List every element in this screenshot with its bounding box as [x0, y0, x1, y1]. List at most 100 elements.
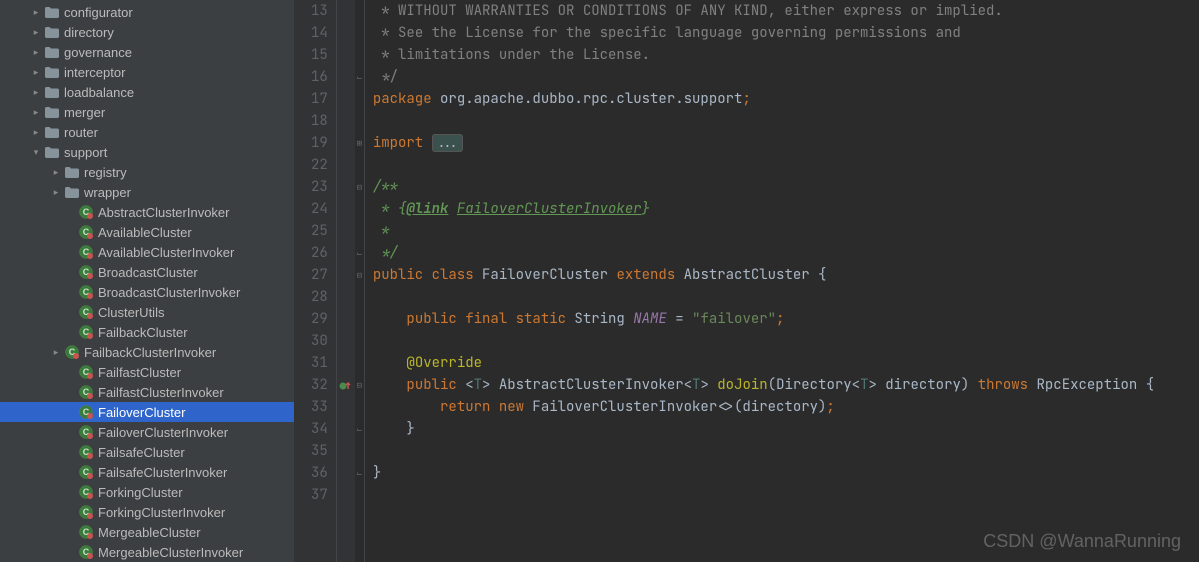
code-line[interactable]: public final static String NAME = "failo… — [373, 308, 1199, 330]
code-line[interactable] — [373, 330, 1199, 352]
code-line[interactable]: import ... — [373, 132, 1199, 154]
class-icon: C — [78, 324, 94, 340]
class-icon: C — [78, 264, 94, 280]
tree-item-clusterutils[interactable]: ▸CClusterUtils — [0, 302, 294, 322]
code-line[interactable]: } — [373, 418, 1199, 440]
chevron-right-icon[interactable]: ▸ — [30, 7, 42, 18]
tree-item-failovercluster[interactable]: ▸CFailoverCluster — [0, 402, 294, 422]
code-line[interactable]: * See the License for the specific langu… — [373, 22, 1199, 44]
chevron-right-icon[interactable]: ▸ — [30, 27, 42, 38]
tree-item-failsafecluster[interactable]: ▸CFailsafeCluster — [0, 442, 294, 462]
line-number: 32 — [311, 374, 328, 396]
class-icon: C — [78, 304, 94, 320]
tree-item-label: BroadcastCluster — [98, 265, 198, 280]
tree-item-label: MergeableCluster — [98, 525, 201, 540]
tree-item-forkingcluster[interactable]: ▸CForkingCluster — [0, 482, 294, 502]
code-line[interactable]: * {@link FailoverClusterInvoker} — [373, 198, 1199, 220]
tree-item-label: FailbackClusterInvoker — [84, 345, 216, 360]
code-line[interactable]: return new FailoverClusterInvoker<>(dire… — [373, 396, 1199, 418]
code-line[interactable] — [373, 154, 1199, 176]
tree-item-support[interactable]: ▾ support — [0, 142, 294, 162]
tree-item-availableclusterinvoker[interactable]: ▸CAvailableClusterInvoker — [0, 242, 294, 262]
fold-collapse-icon[interactable]: ⊟ — [355, 271, 364, 280]
tree-item-mergeableclusterinvoker[interactable]: ▸CMergeableClusterInvoker — [0, 542, 294, 562]
code-line[interactable]: @Override — [373, 352, 1199, 374]
chevron-right-icon[interactable]: ▸ — [30, 87, 42, 98]
tree-item-loadbalance[interactable]: ▸loadbalance — [0, 82, 294, 102]
project-tree[interactable]: ▸configurator▸directory▸governance▸inter… — [0, 0, 295, 562]
tree-item-forkingclusterinvoker[interactable]: ▸CForkingClusterInvoker — [0, 502, 294, 522]
tree-item-router[interactable]: ▸ router — [0, 122, 294, 142]
tree-item-label: BroadcastClusterInvoker — [98, 285, 240, 300]
code-line[interactable]: */ — [373, 242, 1199, 264]
tree-item-interceptor[interactable]: ▸interceptor — [0, 62, 294, 82]
class-icon: C — [78, 484, 94, 500]
line-number: 27 — [311, 264, 328, 286]
code-editor[interactable]: 1314151617181922232425262728293031323334… — [295, 0, 1199, 562]
fold-expand-icon[interactable]: ⊞ — [355, 139, 364, 148]
tree-item-merger[interactable]: ▸merger — [0, 102, 294, 122]
code-line[interactable]: * — [373, 220, 1199, 242]
tree-item-availablecluster[interactable]: ▸CAvailableCluster — [0, 222, 294, 242]
tree-item-broadcastcluster[interactable]: ▸CBroadcastCluster — [0, 262, 294, 282]
chevron-right-icon[interactable]: ▸ — [30, 47, 42, 58]
chevron-right-icon[interactable]: ▸ — [50, 187, 62, 198]
tree-item-label: router — [64, 125, 98, 140]
folder-icon — [44, 104, 60, 120]
line-number: 23 — [311, 176, 328, 198]
tree-item-wrapper[interactable]: ▸wrapper — [0, 182, 294, 202]
code-line[interactable]: * limitations under the License. — [373, 44, 1199, 66]
code-line[interactable]: */ — [373, 66, 1199, 88]
tree-item-failbackcluster[interactable]: ▸CFailbackCluster — [0, 322, 294, 342]
folder-icon — [44, 44, 60, 60]
class-icon: C — [64, 344, 80, 360]
tree-item-configurator[interactable]: ▸configurator — [0, 2, 294, 22]
tree-item-directory[interactable]: ▸directory — [0, 22, 294, 42]
tree-item-failfastcluster[interactable]: ▸CFailfastCluster — [0, 362, 294, 382]
class-icon: C — [78, 224, 94, 240]
tree-item-label: support — [64, 145, 107, 160]
folder-icon — [44, 84, 60, 100]
tree-item-failfastclusterinvoker[interactable]: ▸CFailfastClusterInvoker — [0, 382, 294, 402]
tree-item-label: governance — [64, 45, 132, 60]
code-line[interactable]: /** — [373, 176, 1199, 198]
fold-end-icon: ⌐ — [355, 249, 364, 258]
chevron-right-icon[interactable]: ▸ — [30, 107, 42, 118]
fold-column[interactable]: ⌐⊞⊟⌐⊟⊟⌐⌐ — [355, 0, 365, 562]
chevron-right-icon[interactable]: ▸ — [50, 347, 62, 358]
tree-item-label: FailbackCluster — [98, 325, 188, 340]
tree-item-failbackclusterinvoker[interactable]: ▸C FailbackClusterInvoker — [0, 342, 294, 362]
code-line[interactable]: * WITHOUT WARRANTIES OR CONDITIONS OF AN… — [373, 0, 1199, 22]
code-area[interactable]: * WITHOUT WARRANTIES OR CONDITIONS OF AN… — [365, 0, 1199, 562]
code-line[interactable] — [373, 110, 1199, 132]
code-line[interactable] — [373, 484, 1199, 506]
tree-item-failsafeclusterinvoker[interactable]: ▸CFailsafeClusterInvoker — [0, 462, 294, 482]
tree-item-registry[interactable]: ▸registry — [0, 162, 294, 182]
chevron-right-icon[interactable]: ▸ — [50, 167, 62, 178]
line-number: 22 — [311, 154, 328, 176]
code-line[interactable] — [373, 286, 1199, 308]
line-number: 28 — [311, 286, 328, 308]
fold-collapse-icon[interactable]: ⊟ — [355, 381, 364, 390]
code-line[interactable]: package org.apache.dubbo.rpc.cluster.sup… — [373, 88, 1199, 110]
tree-item-governance[interactable]: ▸ governance — [0, 42, 294, 62]
code-line[interactable]: } — [373, 462, 1199, 484]
chevron-right-icon[interactable]: ▸ — [30, 127, 42, 138]
class-icon: C — [78, 364, 94, 380]
tree-item-mergeablecluster[interactable]: ▸CMergeableCluster — [0, 522, 294, 542]
tree-item-abstractclusterinvoker[interactable]: ▸CAbstractClusterInvoker — [0, 202, 294, 222]
class-icon: C — [78, 384, 94, 400]
line-number: 13 — [311, 0, 328, 22]
line-number: 29 — [311, 308, 328, 330]
class-icon: C — [78, 284, 94, 300]
code-line[interactable] — [373, 440, 1199, 462]
tree-item-failoverclusterinvoker[interactable]: ▸CFailoverClusterInvoker — [0, 422, 294, 442]
folder-icon — [64, 184, 80, 200]
chevron-down-icon[interactable]: ▾ — [30, 147, 42, 158]
line-number: 26 — [311, 242, 328, 264]
fold-collapse-icon[interactable]: ⊟ — [355, 183, 364, 192]
code-line[interactable]: public <T> AbstractClusterInvoker<T> doJ… — [373, 374, 1199, 396]
tree-item-broadcastclusterinvoker[interactable]: ▸CBroadcastClusterInvoker — [0, 282, 294, 302]
code-line[interactable]: public class FailoverCluster extends Abs… — [373, 264, 1199, 286]
chevron-right-icon[interactable]: ▸ — [30, 67, 42, 78]
